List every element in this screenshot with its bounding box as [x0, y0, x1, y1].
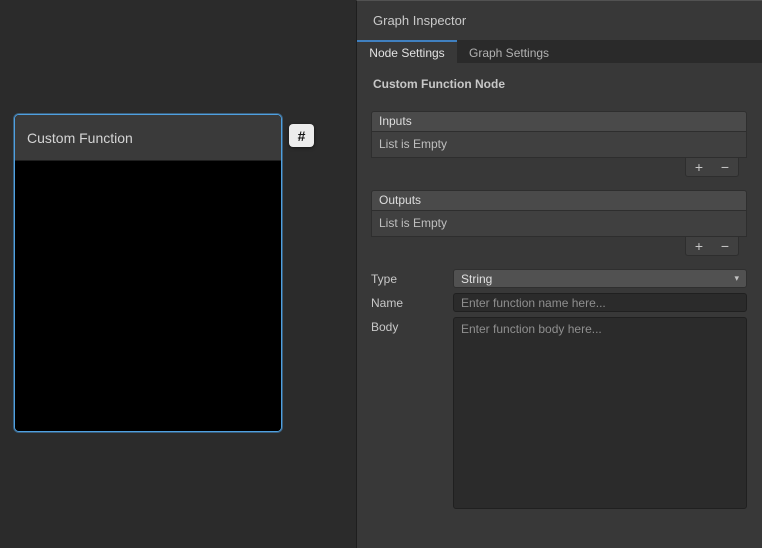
inputs-list: Inputs List is Empty + − — [371, 111, 747, 177]
inputs-list-footer-buttons: + − — [685, 158, 739, 177]
graph-inspector-panel: Graph Inspector Node Settings Graph Sett… — [356, 0, 762, 548]
outputs-add-button[interactable]: + — [686, 237, 712, 255]
inputs-add-button[interactable]: + — [686, 158, 712, 176]
node-preview-area — [15, 161, 281, 432]
outputs-list-footer: + − — [371, 237, 747, 256]
section-title: Custom Function Node — [373, 77, 747, 91]
inputs-remove-button[interactable]: − — [712, 158, 738, 176]
outputs-remove-button[interactable]: − — [712, 237, 738, 255]
graph-canvas[interactable]: Custom Function # — [0, 0, 356, 548]
type-dropdown[interactable]: String ▾ — [453, 269, 747, 288]
node-hash-button[interactable]: # — [289, 124, 314, 147]
function-name-input[interactable] — [453, 293, 747, 312]
function-body-textarea[interactable] — [453, 317, 747, 509]
outputs-list-footer-buttons: + − — [685, 237, 739, 256]
inspector-title: Graph Inspector — [373, 13, 466, 28]
name-field-row: Name — [371, 293, 747, 312]
outputs-list-empty-row: List is Empty — [371, 211, 747, 237]
outputs-list-header: Outputs — [371, 190, 747, 211]
inputs-list-empty-row: List is Empty — [371, 132, 747, 158]
body-label: Body — [371, 317, 453, 334]
outputs-list: Outputs List is Empty + − — [371, 190, 747, 256]
tab-graph-settings[interactable]: Graph Settings — [457, 40, 561, 63]
node-header[interactable]: Custom Function — [15, 115, 281, 161]
hash-icon: # — [298, 129, 306, 143]
chevron-down-icon: ▾ — [734, 273, 739, 284]
inputs-list-footer: + − — [371, 158, 747, 177]
inspector-tabbar: Node Settings Graph Settings — [357, 40, 762, 63]
type-label: Type — [371, 269, 453, 286]
inputs-list-header: Inputs — [371, 111, 747, 132]
body-field-row: Body — [371, 317, 747, 509]
type-field-row: Type String ▾ — [371, 269, 747, 288]
tab-node-settings[interactable]: Node Settings — [357, 40, 457, 63]
inspector-titlebar[interactable]: Graph Inspector — [357, 1, 762, 40]
node-title: Custom Function — [27, 130, 133, 146]
name-label: Name — [371, 293, 453, 310]
custom-function-node[interactable]: Custom Function — [14, 114, 282, 432]
type-dropdown-value: String — [461, 272, 492, 286]
node-settings-content: Custom Function Node Inputs List is Empt… — [357, 63, 762, 509]
